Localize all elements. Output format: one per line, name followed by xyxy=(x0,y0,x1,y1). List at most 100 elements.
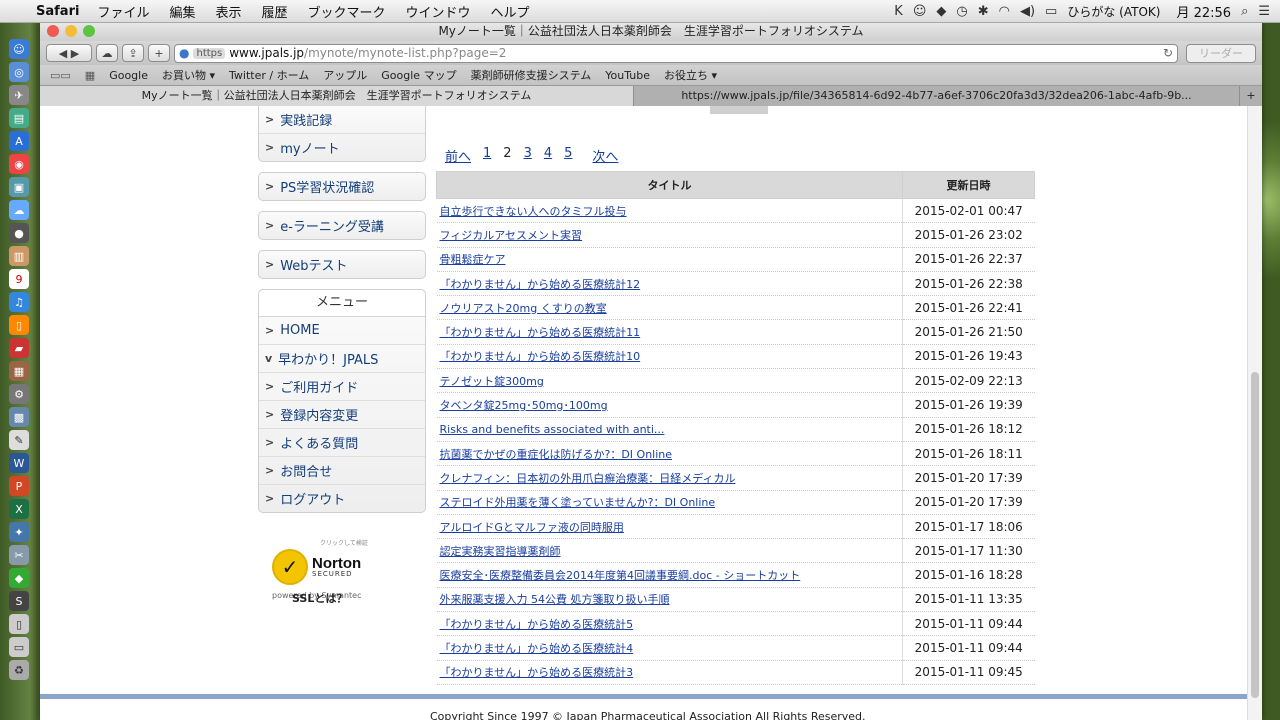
add-tab-icon[interactable]: + xyxy=(1239,86,1262,106)
utility-icon[interactable]: ⚙ xyxy=(9,384,29,404)
pager-next-link[interactable]: 次へ xyxy=(592,146,618,165)
menu-view[interactable]: 表示 xyxy=(215,2,241,21)
pager-page-link[interactable]: 3 xyxy=(524,146,532,165)
column-header-title[interactable]: タイトル xyxy=(436,171,903,199)
note-title-link[interactable]: 「わかりません」から始める医療統計10 xyxy=(440,350,641,363)
note-title-link[interactable]: Risks and benefits associated with anti.… xyxy=(440,423,665,436)
menu-file[interactable]: ファイル xyxy=(97,2,149,21)
evernote-dock-icon[interactable]: ◆ xyxy=(9,568,29,588)
photo-app-icon[interactable]: ▰ xyxy=(9,338,29,358)
menubar-clock[interactable]: 月 22:56 xyxy=(1176,2,1231,21)
photos-icon[interactable]: ▩ xyxy=(9,407,29,427)
tab-active[interactable]: Myノート一覧｜公益社団法人日本薬剤師会 生涯学習ポートフォリオシステム xyxy=(40,86,633,106)
bookmark-item[interactable]: YouTube xyxy=(605,69,650,82)
note-title-link[interactable]: テノゼット錠300mg xyxy=(440,375,544,388)
column-header-updated[interactable]: 更新日時 xyxy=(902,171,1035,199)
sidebar-item-webtest[interactable]: > Webテスト xyxy=(259,251,425,278)
messages-icon[interactable]: ☁ xyxy=(9,200,29,220)
note-title-link[interactable]: クレナフィン：日本初の外用爪白癬治療薬：日経メディカル xyxy=(440,472,736,485)
sync-icon[interactable]: ☺ xyxy=(913,4,927,19)
app2-icon[interactable]: S xyxy=(9,591,29,611)
pager-page-link[interactable]: 5 xyxy=(564,146,572,165)
sidebar-item-practice-record[interactable]: > 実践記録 xyxy=(259,106,425,134)
note-title-link[interactable]: ノウリアスト20mg くすりの教室 xyxy=(440,302,607,315)
app-menu[interactable]: Safari xyxy=(36,4,79,19)
bluetooth-icon[interactable]: ✱ xyxy=(978,4,989,19)
menu-bookmarks[interactable]: ブックマーク xyxy=(308,2,386,21)
document-icon[interactable]: ▯ xyxy=(9,614,29,634)
quicktime-icon[interactable]: ● xyxy=(9,223,29,243)
menu-help[interactable]: ヘルプ xyxy=(491,2,530,21)
menu-item-home[interactable]: > HOME xyxy=(259,317,425,345)
app-icon[interactable]: ▤ xyxy=(9,108,29,128)
spotlight-icon[interactable]: ⌕ xyxy=(1241,4,1248,19)
share-button[interactable]: ⇪ xyxy=(122,44,144,62)
evernote-icon[interactable]: ◆ xyxy=(936,4,946,19)
appstore-icon[interactable]: A xyxy=(9,131,29,151)
volume-icon[interactable]: ◀) xyxy=(1020,4,1035,19)
folder-icon[interactable]: ▭ xyxy=(9,637,29,657)
note-title-link[interactable]: 自立歩行できない人へのタミフル投与 xyxy=(440,205,627,218)
time-machine-icon[interactable]: ◷ xyxy=(956,4,967,19)
minimize-window-icon[interactable] xyxy=(65,25,77,37)
note-title-link[interactable]: 認定実務実習指導薬剤師 xyxy=(440,545,561,558)
new-tab-button[interactable]: + xyxy=(148,44,170,62)
note-title-link[interactable]: 「わかりません」から始める医療統計12 xyxy=(440,278,641,291)
menu-item-usage-guide[interactable]: > ご利用ガイド xyxy=(259,373,425,401)
menu-window[interactable]: ウインドウ xyxy=(406,2,471,21)
note-title-link[interactable]: 「わかりません」から始める医療統計4 xyxy=(440,642,634,655)
notification-center-icon[interactable]: ☰ xyxy=(1258,4,1270,19)
note-title-link[interactable]: フィジカルアセスメント実習 xyxy=(440,229,583,242)
pager-prev-link[interactable]: 前へ xyxy=(445,146,471,165)
bookmark-item[interactable]: お買い物 ▾ xyxy=(162,67,215,83)
pager-page-link[interactable]: 4 xyxy=(544,146,552,165)
note-title-link[interactable]: 「わかりません」から始める医療統計5 xyxy=(440,618,634,631)
textedit-icon[interactable]: ✎ xyxy=(9,430,29,450)
menu-edit[interactable]: 編集 xyxy=(169,2,195,21)
menu-item-edit-registration[interactable]: > 登録内容変更 xyxy=(259,401,425,429)
trash-icon[interactable]: ♻ xyxy=(9,660,29,680)
sidebar-item-ps-status[interactable]: > PS学習状況確認 xyxy=(259,173,425,200)
menu-item-contact[interactable]: > お問合せ xyxy=(259,457,425,485)
menu-item-logout[interactable]: > ログアウト xyxy=(259,485,425,512)
itunes-icon[interactable]: ♫ xyxy=(9,292,29,312)
bookmark-item[interactable]: Twitter / ホーム xyxy=(229,67,309,83)
note-title-link[interactable]: 抗菌薬でかぜの重症化は防げるか?：DI Online xyxy=(440,448,673,461)
network-icon[interactable]: ✦ xyxy=(9,522,29,542)
note-title-link[interactable]: ステロイド外用薬を薄く塗っていませんか?：DI Online xyxy=(440,496,716,509)
address-bar[interactable]: ● https www.jpals.jp /mynote/mynote-list… xyxy=(174,43,1178,63)
wifi-icon[interactable]: ◠ xyxy=(999,4,1010,19)
tab-inactive[interactable]: https://www.jpals.jp/file/34365814-6d92-… xyxy=(633,86,1239,106)
bookmark-item[interactable]: アップル xyxy=(323,67,367,83)
preview-icon[interactable]: ▣ xyxy=(9,177,29,197)
note-title-link[interactable]: 医療安全･医療整備委員会2014年度第4回議事要綱.doc - ショートカット xyxy=(440,569,801,582)
note-title-link[interactable]: アルロイドGとマルファ液の同時服用 xyxy=(440,521,624,534)
pager-page-link[interactable]: 1 xyxy=(483,146,491,165)
word-icon[interactable]: W xyxy=(9,453,29,473)
bookmark-item[interactable]: お役立ち ▾ xyxy=(664,67,717,83)
safari-icon[interactable]: ◎ xyxy=(9,62,29,82)
menu-history[interactable]: 履歴 xyxy=(261,2,287,21)
close-window-icon[interactable] xyxy=(47,25,59,37)
menu-item-faq[interactable]: > よくある質問 xyxy=(259,429,425,457)
sidebar-item-mynote[interactable]: > myノート xyxy=(259,134,425,161)
ime-indicator[interactable]: ひらがな (ATOK) xyxy=(1067,3,1160,20)
note-title-link[interactable]: 「わかりません」から始める医療統計3 xyxy=(440,666,634,679)
bookmark-item[interactable]: 薬剤師研修支援システム xyxy=(471,67,592,83)
finder-icon[interactable]: ☺ xyxy=(9,39,29,59)
kindle-icon[interactable]: K xyxy=(894,4,903,19)
ssl-info-link[interactable]: SSLとは？ xyxy=(292,590,347,606)
reading-list-icon[interactable]: ▭▭ xyxy=(50,69,71,82)
back-forward-buttons[interactable]: ◀ ▶ xyxy=(46,44,92,62)
zoom-window-icon[interactable] xyxy=(83,25,95,37)
reload-icon[interactable]: ↻ xyxy=(1163,46,1173,60)
note-title-link[interactable]: 「わかりません」から始める医療統計11 xyxy=(440,326,641,339)
menu-item-quick-guide[interactable]: v 早わかり！JPALS xyxy=(259,345,425,373)
top-sites-icon[interactable]: ▦ xyxy=(85,69,95,82)
battery-icon[interactable]: ▭ xyxy=(1045,4,1057,19)
image-app-icon[interactable]: ▦ xyxy=(9,361,29,381)
calendar-icon[interactable]: 9 xyxy=(9,269,29,289)
scrollbar-thumb[interactable] xyxy=(1251,372,1259,698)
contacts-icon[interactable]: ▥ xyxy=(9,246,29,266)
excel-icon[interactable]: X xyxy=(9,499,29,519)
